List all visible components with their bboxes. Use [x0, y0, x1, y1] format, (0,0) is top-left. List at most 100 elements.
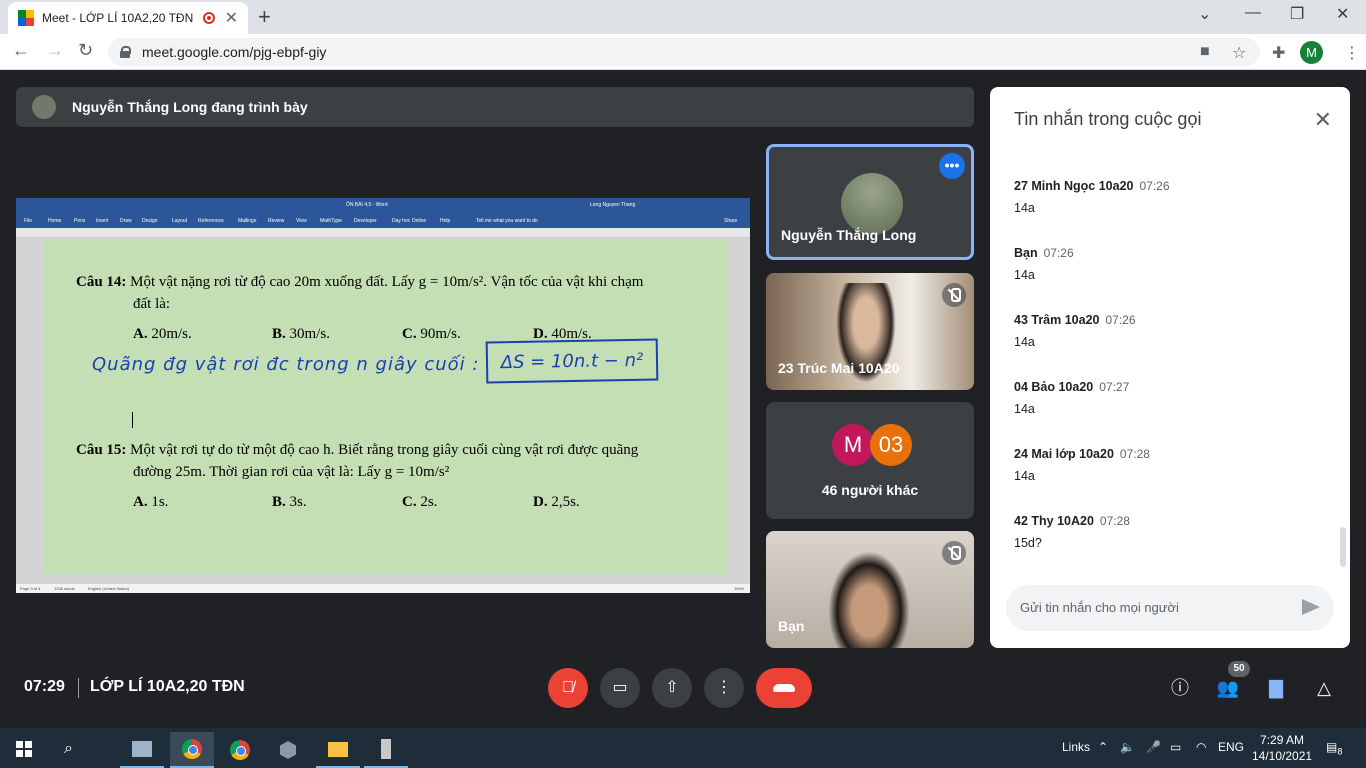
taskbar-chrome-active[interactable]: [170, 732, 214, 768]
windows-start-icon[interactable]: [16, 741, 32, 757]
window-close-button[interactable]: ✕: [1336, 4, 1349, 24]
end-call-button[interactable]: [756, 668, 812, 708]
ribbon-tell-me: Tell me what you want to do: [476, 218, 538, 224]
restore-button[interactable]: ❐: [1290, 4, 1304, 24]
presenting-text: Nguyễn Thắng Long đang trình bày: [72, 99, 308, 115]
browser-tab-meet[interactable]: Meet - LỚP LÍ 10A2,20 TĐN ✕: [8, 2, 248, 34]
ribbon-tab: View: [296, 218, 307, 224]
bookmark-star-icon[interactable]: ☆: [1232, 43, 1246, 63]
ribbon-tab: Developer: [354, 218, 377, 224]
people-icon[interactable]: 👥: [1216, 676, 1240, 700]
taskbar-app[interactable]: [364, 732, 408, 768]
participant-tile[interactable]: 23 Trúc Mai 10A20: [766, 273, 974, 390]
presenting-banner: Nguyễn Thắng Long đang trình bày: [16, 87, 974, 127]
question-14-text-cont: đất là:: [133, 296, 171, 312]
tray-chevron-icon[interactable]: ⌃: [1098, 740, 1108, 754]
question-14-label: Câu 14:: [76, 274, 127, 290]
mic-off-icon: 🎙̸: [562, 679, 574, 696]
tab-close-icon[interactable]: ✕: [225, 8, 238, 28]
reload-button[interactable]: ↻: [78, 40, 93, 61]
others-tile[interactable]: M 03 46 người khác: [766, 402, 974, 519]
search-icon[interactable]: ⌕: [64, 740, 73, 758]
more-options-button[interactable]: ⋮: [704, 668, 744, 708]
shared-screen: ÔN BÀI 4,5 - Word Long Nguyen Thang File…: [16, 198, 750, 593]
ribbon-tab: Help: [440, 218, 451, 224]
info-icon[interactable]: ⓘ: [1168, 676, 1192, 700]
word-page-count: Page 3 of 4: [20, 586, 41, 591]
chat-scrollbar[interactable]: [1340, 527, 1346, 567]
close-icon[interactable]: ✕: [1314, 107, 1332, 133]
taskbar-file-explorer[interactable]: [316, 732, 360, 768]
chat-input-placeholder: Gửi tin nhắn cho mọi người: [1020, 600, 1179, 615]
q14-option-a: A. 20m/s.: [133, 326, 192, 342]
links-toolbar[interactable]: Links: [1062, 740, 1090, 754]
notification-icon[interactable]: ▤8: [1326, 740, 1342, 756]
ribbon-tab: File: [24, 218, 33, 224]
send-icon[interactable]: [1302, 599, 1320, 615]
participant-tile-presenter[interactable]: ••• Nguyễn Thắng Long: [766, 144, 974, 260]
self-name: Bạn: [778, 618, 805, 634]
q15-option-b: B. 3s.: [272, 494, 307, 510]
chat-text: 14a: [1014, 469, 1035, 483]
activities-icon[interactable]: △: [1312, 676, 1336, 700]
camera-in-use-icon[interactable]: ■: [1200, 43, 1210, 61]
lock-icon: [120, 46, 131, 58]
input-language[interactable]: ENG: [1218, 740, 1244, 754]
word-ruler: [16, 228, 750, 238]
chat-time: 07:26: [1105, 313, 1136, 327]
chat-sender: 27 Minh Ngọc 10a20: [1014, 179, 1134, 193]
browser-menu-icon[interactable]: ⋮: [1344, 43, 1360, 63]
minimize-button[interactable]: —: [1245, 4, 1261, 22]
question-14-text: Một vật nặng rơi từ độ cao 20m xuống đất…: [130, 274, 644, 290]
more-options-icon[interactable]: •••: [939, 153, 965, 179]
question-15: Câu 15: Một vật rơi tự do từ một độ cao …: [76, 442, 638, 459]
chat-time: 07:27: [1099, 380, 1130, 394]
others-avatar: 03: [870, 424, 912, 466]
address-bar[interactable]: meet.google.com/pjg-ebpf-giy: [108, 38, 1260, 66]
text-cursor: [132, 412, 133, 428]
back-button[interactable]: ←: [12, 40, 30, 61]
extensions-icon[interactable]: ✚: [1272, 43, 1285, 63]
self-tile[interactable]: Bạn: [766, 531, 974, 648]
forward-button[interactable]: →: [46, 40, 64, 61]
tab-title: Meet - LỚP LÍ 10A2,20 TĐN: [42, 11, 194, 25]
self-video: [828, 551, 910, 648]
presenter-avatar: [32, 95, 56, 119]
chat-message: 27 Minh Ngọc 10a20 07:26 14a: [1014, 177, 1170, 215]
mic-toggle-button[interactable]: 🎙̸: [548, 668, 588, 708]
chat-time: 07:26: [1043, 246, 1074, 260]
participants-count-badge: 50: [1228, 661, 1250, 677]
taskbar-app[interactable]: [266, 732, 310, 768]
question-15-text: Một vật rơi tự do từ một độ cao h. Biết …: [130, 442, 639, 458]
system-clock[interactable]: 7:29 AM 14/10/2021: [1252, 732, 1312, 764]
microphone-icon[interactable]: 🎤: [1146, 740, 1161, 754]
ribbon-share: Share: [724, 218, 738, 224]
chat-time: 07:26: [1139, 179, 1170, 193]
taskbar-app[interactable]: [120, 732, 164, 768]
chat-icon[interactable]: ▇: [1264, 676, 1288, 700]
chat-message: 24 Mai lớp 10a20 07:28 14a: [1014, 445, 1150, 483]
profile-avatar[interactable]: M: [1300, 41, 1323, 64]
chat-text: 14a: [1014, 335, 1035, 349]
tab-search-icon[interactable]: ⌄: [1198, 4, 1211, 24]
word-ribbon-tabs: File Home Pens Insert Draw Design Layout…: [16, 212, 750, 228]
q14-option-c: C. 90m/s.: [402, 326, 461, 342]
ribbon-tab: Draw: [120, 218, 132, 224]
divider: [78, 678, 79, 698]
battery-icon[interactable]: ▭: [1170, 740, 1181, 754]
new-tab-button[interactable]: +: [258, 4, 271, 30]
participant-name: 23 Trúc Mai 10A20: [778, 360, 900, 376]
volume-icon[interactable]: 🔈: [1120, 740, 1135, 754]
ribbon-tab: Review: [268, 218, 285, 224]
mic-muted-icon: [942, 283, 966, 307]
present-button[interactable]: ⇧: [652, 668, 692, 708]
taskbar-chrome[interactable]: [218, 732, 262, 768]
chat-sender: 42 Thy 10A20: [1014, 514, 1094, 528]
folder-icon: [328, 741, 348, 757]
ribbon-tab: Insert: [96, 218, 109, 224]
network-icon[interactable]: ◠: [1196, 740, 1206, 754]
q15-option-a: A. 1s.: [133, 494, 169, 510]
camera-toggle-button[interactable]: ▭: [600, 668, 640, 708]
browser-tab-strip: Meet - LỚP LÍ 10A2,20 TĐN ✕ + ⌄ — ❐ ✕: [0, 0, 1366, 34]
chat-input[interactable]: Gửi tin nhắn cho mọi người: [1006, 585, 1334, 631]
